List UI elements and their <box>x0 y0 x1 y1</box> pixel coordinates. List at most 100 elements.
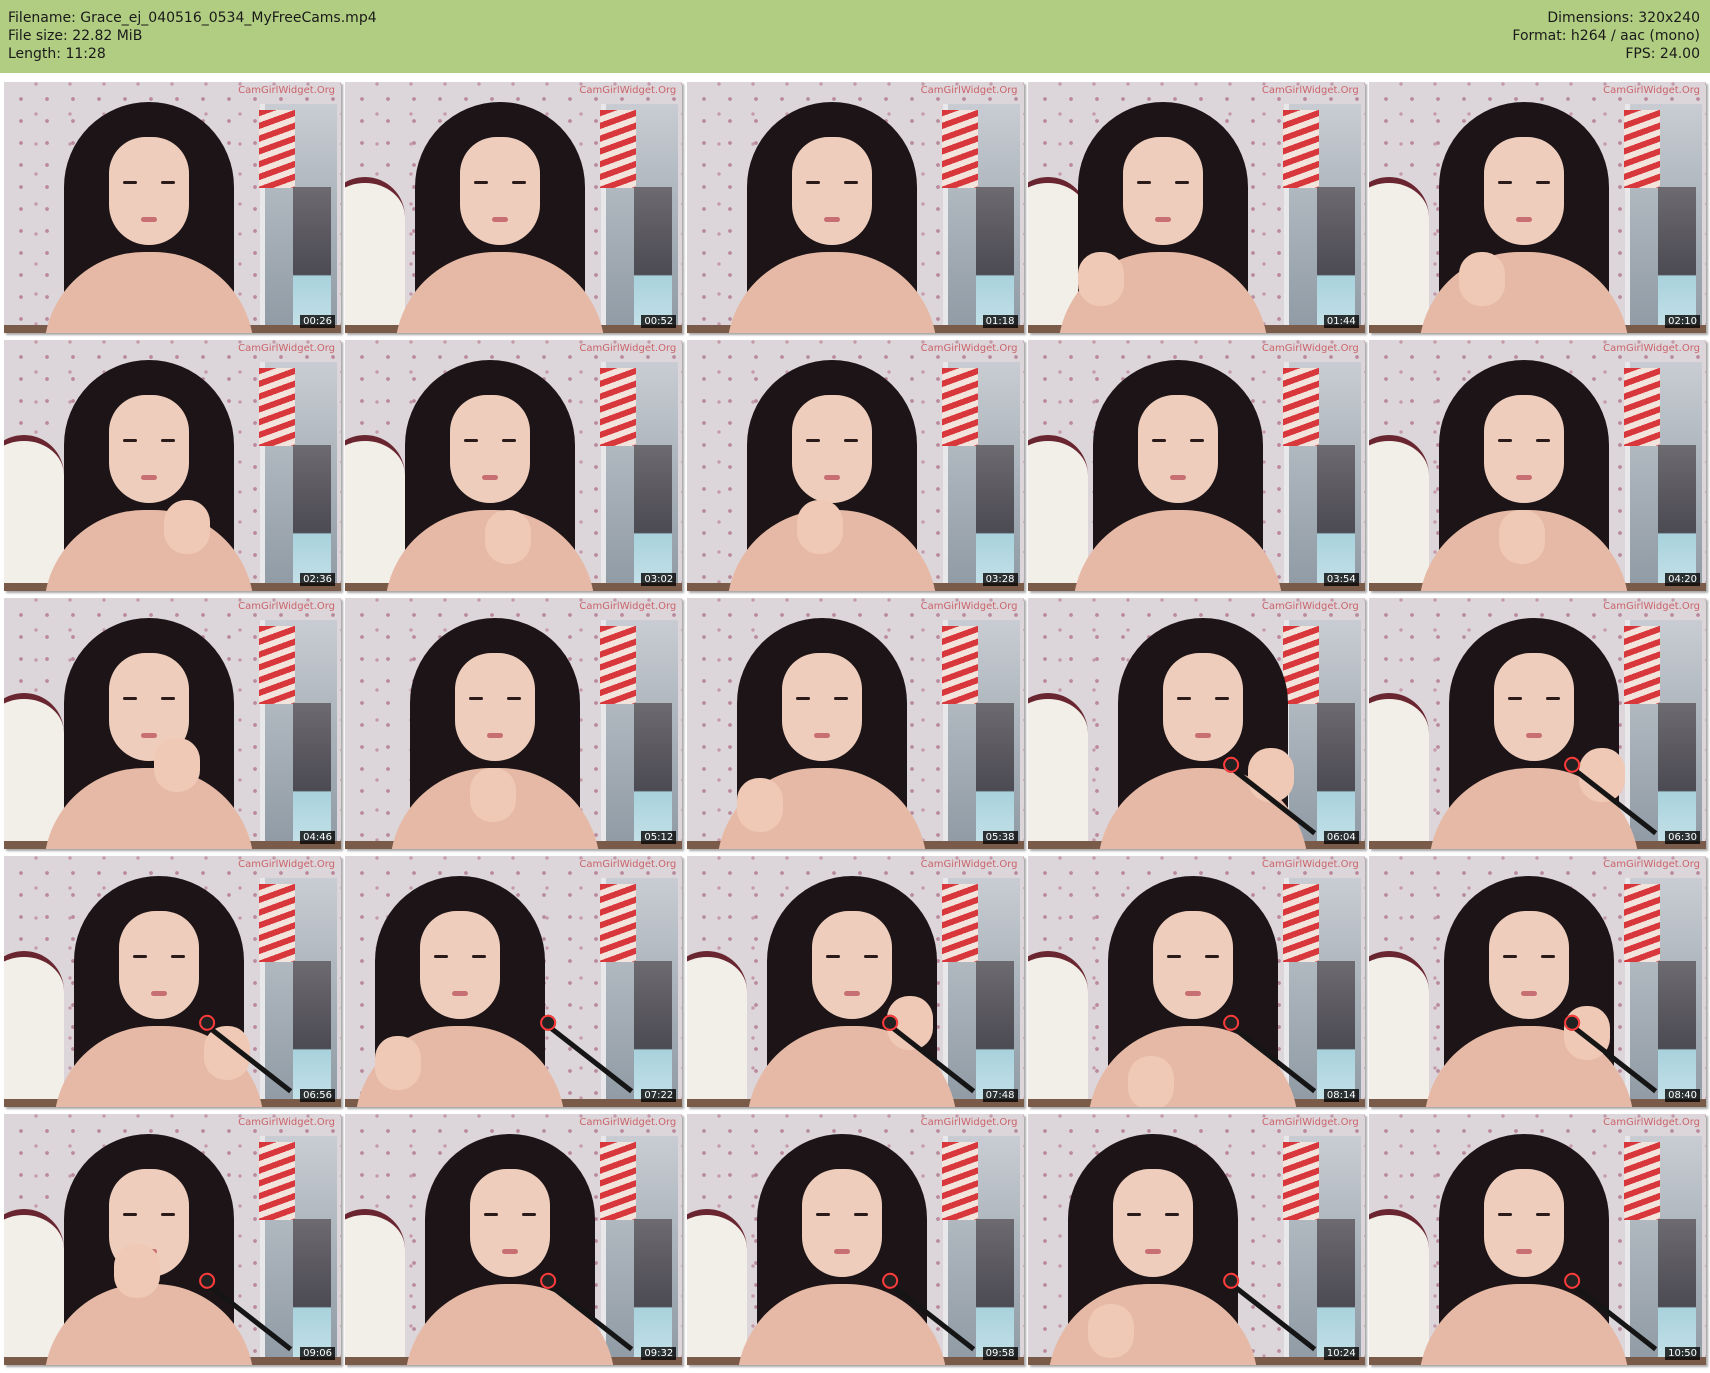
mouth <box>1169 475 1186 480</box>
thumbnail-grid: CamGirlWidget.Org 00:26 CamGirlWidget.Org 0… <box>4 82 1706 1369</box>
watermark-logo: CamGirlWidget.Org <box>1603 343 1700 354</box>
right-eye <box>1164 1213 1179 1216</box>
video-thumbnail[interactable]: CamGirlWidget.Org 03:28 <box>686 340 1024 591</box>
person-figure <box>1424 876 1634 1107</box>
timestamp-label: 06:04 <box>1323 831 1359 844</box>
video-thumbnail[interactable]: CamGirlWidget.Org 09:06 <box>4 1114 341 1365</box>
video-thumbnail[interactable]: CamGirlWidget.Org 02:36 <box>4 340 341 591</box>
video-thumbnail[interactable]: CamGirlWidget.Org 06:56 <box>4 856 341 1107</box>
hand <box>1127 1056 1174 1107</box>
video-thumbnail[interactable]: CamGirlWidget.Org 06:04 <box>1027 598 1365 849</box>
left-eye <box>123 181 137 184</box>
mouth <box>482 475 499 480</box>
video-thumbnail[interactable]: CamGirlWidget.Org 03:02 <box>345 340 683 591</box>
timestamp-label: 08:40 <box>1665 1089 1700 1102</box>
right-eye <box>161 1213 175 1216</box>
right-eye <box>833 697 848 700</box>
video-thumbnail[interactable]: CamGirlWidget.Org 09:58 <box>686 1114 1024 1365</box>
left-eye <box>1503 955 1517 958</box>
window-blinds <box>600 368 637 446</box>
window-blinds <box>600 110 637 188</box>
left-eye <box>1126 1213 1141 1216</box>
hand <box>1459 252 1505 306</box>
face <box>781 653 862 761</box>
dimensions-text: Dimensions: 320x240 <box>1547 10 1700 26</box>
video-thumbnail[interactable]: CamGirlWidget.Org 03:54 <box>1027 340 1365 591</box>
face <box>1137 395 1218 503</box>
video-thumbnail[interactable]: CamGirlWidget.Org 00:52 <box>345 82 683 333</box>
watermark-logo: CamGirlWidget.Org <box>238 85 335 96</box>
window-blinds <box>600 626 637 704</box>
watermark-logo: CamGirlWidget.Org <box>920 859 1018 870</box>
hand <box>154 738 200 792</box>
video-thumbnail[interactable]: CamGirlWidget.Org 04:20 <box>1369 340 1706 591</box>
hand <box>1247 748 1294 802</box>
left-eye <box>464 439 479 442</box>
person-figure <box>1072 360 1283 591</box>
right-eye <box>843 181 858 184</box>
window-blinds <box>941 368 978 446</box>
left-eye <box>1166 955 1181 958</box>
face <box>791 137 872 245</box>
mouth <box>1194 733 1211 738</box>
watermark-logo: CamGirlWidget.Org <box>238 601 335 612</box>
video-thumbnail[interactable]: CamGirlWidget.Org 10:24 <box>1027 1114 1365 1365</box>
filename-text: Filename: Grace_ej_040516_0534_MyFreeCam… <box>8 10 377 26</box>
video-thumbnail[interactable]: CamGirlWidget.Org 10:50 <box>1369 1114 1706 1365</box>
video-thumbnail[interactable]: CamGirlWidget.Org 05:38 <box>686 598 1024 849</box>
left-eye <box>434 955 449 958</box>
face <box>109 137 189 245</box>
video-thumbnail[interactable]: CamGirlWidget.Org 01:44 <box>1027 82 1365 333</box>
right-eye <box>161 439 175 442</box>
shelf <box>1658 703 1696 849</box>
timestamp-label: 05:38 <box>982 831 1018 844</box>
video-thumbnail[interactable]: CamGirlWidget.Org 00:26 <box>4 82 341 333</box>
person-figure <box>44 1134 254 1365</box>
video-thumbnail[interactable]: CamGirlWidget.Org 01:18 <box>686 82 1024 333</box>
shelf <box>634 187 673 333</box>
mouth <box>1154 217 1171 222</box>
watermark-logo: CamGirlWidget.Org <box>238 859 335 870</box>
face <box>450 395 531 503</box>
video-thumbnail[interactable]: CamGirlWidget.Org 02:10 <box>1369 82 1706 333</box>
face <box>791 395 872 503</box>
left-eye <box>805 439 820 442</box>
person-figure <box>726 102 937 333</box>
video-thumbnail[interactable]: CamGirlWidget.Org 09:32 <box>345 1114 683 1365</box>
video-thumbnail[interactable]: CamGirlWidget.Org 05:12 <box>345 598 683 849</box>
watermark-logo: CamGirlWidget.Org <box>1603 85 1700 96</box>
right-eye <box>502 439 517 442</box>
left-eye <box>805 181 820 184</box>
fps-text: FPS: 24.00 <box>1625 46 1700 62</box>
mouth <box>141 475 157 480</box>
window-blinds <box>941 626 978 704</box>
left-eye <box>1151 439 1166 442</box>
mouth <box>1144 1249 1161 1254</box>
mouth <box>452 991 469 996</box>
shelf <box>1316 703 1355 849</box>
watermark-logo: CamGirlWidget.Org <box>579 601 677 612</box>
video-thumbnail[interactable]: CamGirlWidget.Org 07:22 <box>345 856 683 1107</box>
timestamp-label: 06:30 <box>1665 831 1700 844</box>
window-blinds <box>1282 1142 1319 1220</box>
timestamp-label: 10:24 <box>1323 1347 1359 1360</box>
mouth <box>492 217 509 222</box>
video-thumbnail[interactable]: CamGirlWidget.Org 04:46 <box>4 598 341 849</box>
right-eye <box>472 955 487 958</box>
hand <box>375 1036 422 1090</box>
timestamp-label: 05:12 <box>641 831 677 844</box>
chair-backrest <box>1369 693 1429 849</box>
face <box>109 395 189 503</box>
shelf <box>975 961 1014 1107</box>
video-thumbnail[interactable]: CamGirlWidget.Org 08:14 <box>1027 856 1365 1107</box>
face <box>1152 911 1233 1019</box>
video-thumbnail[interactable]: CamGirlWidget.Org 07:48 <box>686 856 1024 1107</box>
shelf <box>634 961 673 1107</box>
video-thumbnail[interactable]: CamGirlWidget.Org 06:30 <box>1369 598 1706 849</box>
left-eye <box>133 955 147 958</box>
right-eye <box>843 439 858 442</box>
watermark-logo: CamGirlWidget.Org <box>1603 859 1700 870</box>
video-thumbnail[interactable]: CamGirlWidget.Org 08:40 <box>1369 856 1706 1107</box>
window-blinds <box>1624 368 1660 446</box>
face <box>811 911 892 1019</box>
